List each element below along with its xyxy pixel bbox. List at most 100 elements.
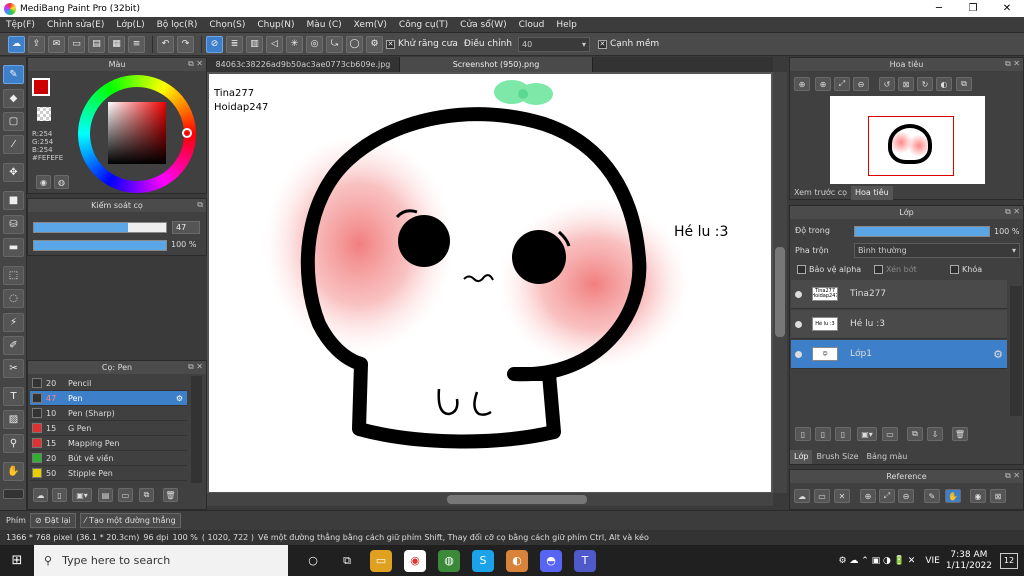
clock[interactable]: 7:38 AM 1/11/2022 — [946, 550, 992, 572]
layer-visibility-icon[interactable] — [795, 350, 802, 358]
minimize-button[interactable]: ─ — [922, 0, 956, 17]
panel-expand-icon[interactable]: ⧉ ✕ — [188, 362, 203, 372]
ref-zoom-out-icon[interactable]: ⊖ — [898, 489, 914, 503]
adjust-dropdown[interactable]: 40 ▾ — [517, 36, 590, 52]
duplicate-layer-icon[interactable]: ⧉ — [907, 427, 923, 441]
select-tool-icon[interactable]: ⬚ — [3, 266, 24, 285]
comment-icon[interactable]: ✉ — [48, 35, 65, 53]
ref-fit-icon[interactable]: ⤢ — [879, 489, 895, 503]
task-view-icon[interactable]: ⧉ — [336, 550, 358, 572]
brush-folder-icon[interactable]: ▭ — [118, 488, 133, 502]
brush-opacity-slider[interactable] — [33, 240, 167, 251]
canvas-horizontal-scrollbar[interactable] — [207, 493, 773, 506]
straight-line-button[interactable]: ⁄ Tạo một đường thẳng — [79, 513, 181, 528]
panel-expand-icon[interactable]: ⧉ — [197, 200, 203, 210]
file-explorer-icon[interactable]: ▭ — [370, 549, 392, 572]
fill-tool-icon[interactable]: ⛁ — [3, 215, 24, 234]
tab-navigator[interactable]: Hoa tiêu — [851, 186, 893, 200]
close-button[interactable]: ✕ — [990, 0, 1024, 17]
snap-ellipse-icon[interactable]: ◯ — [346, 35, 363, 53]
menu-edit[interactable]: Chỉnh sửa(E) — [47, 20, 104, 30]
notification-center-icon[interactable]: 12 — [1000, 552, 1018, 569]
menu-cloud[interactable]: Cloud — [519, 20, 545, 30]
layer-visibility-icon[interactable] — [795, 320, 802, 328]
menu-layer[interactable]: Lớp(L) — [116, 20, 144, 30]
snap-checkbox[interactable]: ✕ — [597, 39, 607, 49]
snap-cross-icon[interactable]: ▥ — [246, 35, 263, 53]
snap-radial-icon[interactable]: ✳ — [286, 35, 303, 53]
divide-tool-icon[interactable]: ▨ — [3, 410, 24, 429]
cortana-icon[interactable]: ○ — [302, 550, 324, 572]
panel-expand-icon[interactable]: ⧉ ✕ — [188, 59, 203, 69]
ref-open-icon[interactable]: ▭ — [814, 489, 830, 503]
gear-icon[interactable]: ⚙ — [366, 35, 383, 53]
menu-help[interactable]: Help — [556, 20, 577, 30]
delete-layer-icon[interactable]: 🗑 — [952, 427, 968, 441]
skype-icon[interactable]: S — [472, 549, 494, 572]
foreground-color-swatch[interactable] — [32, 78, 50, 96]
new-layer-icon-3[interactable]: ▯ — [835, 427, 851, 441]
navigator-preview[interactable] — [830, 96, 985, 184]
shape-tool-icon[interactable]: ■ — [3, 191, 24, 210]
layer-row[interactable]: Tina277 Hoidap247 Tina277 — [791, 280, 1007, 309]
new-layer-icon[interactable]: ▯ — [795, 427, 811, 441]
reset-rotate-icon[interactable]: ⊠ — [898, 77, 914, 91]
tab-document-jpg[interactable]: 84063c38226ad9b50ac3ae0773cb609e.jpg — [207, 57, 400, 72]
text-tool-icon[interactable]: T — [3, 387, 24, 406]
brush-settings-icon[interactable]: ▤ — [98, 488, 113, 502]
reset-button[interactable]: ⊘ Đặt lại — [29, 513, 76, 528]
brush-cloud-icon[interactable]: ☁ — [33, 488, 48, 502]
brush-item[interactable]: 10 Pen (Sharp) — [30, 406, 187, 421]
tab-brush-size[interactable]: Brush Size — [812, 450, 862, 464]
eraser-tool-icon[interactable]: ◆ — [3, 89, 24, 108]
antialias-checkbox[interactable]: ✕ — [386, 39, 395, 49]
gear-icon[interactable]: ⚙ — [993, 348, 1003, 361]
layer-folder-icon[interactable]: ▭ — [882, 427, 898, 441]
tray-icons[interactable]: ⚙ ☁ ⌃ ▣ ◑ 🔋 ✕ — [838, 556, 915, 566]
protect-alpha-checkbox[interactable] — [797, 265, 806, 274]
teams-icon[interactable]: T — [574, 549, 596, 572]
lock-checkbox[interactable] — [950, 265, 959, 274]
magic-wand-icon[interactable]: ⚡ — [3, 313, 24, 332]
menu-tools[interactable]: Công cụ(T) — [399, 20, 448, 30]
eyedropper-icon[interactable]: ⚲ — [3, 434, 24, 453]
rotate-left-icon[interactable]: ↺ — [879, 77, 895, 91]
menu-select[interactable]: Chọn(S) — [209, 20, 245, 30]
merge-layer-icon[interactable]: ⇩ — [927, 427, 943, 441]
select-eraser-icon[interactable]: ✂ — [3, 359, 24, 378]
color-sample-icon[interactable]: ◍ — [54, 175, 69, 189]
brush-size-input[interactable]: 47 — [172, 221, 200, 234]
ref-cloud-icon[interactable]: ☁ — [794, 489, 810, 503]
ref-eyedropper-icon[interactable]: ✎ — [924, 489, 940, 503]
brush-new-icon[interactable]: ▯ — [52, 488, 67, 502]
snap-parallel-icon[interactable]: ≣ — [226, 35, 243, 53]
medibang-icon[interactable]: ◐ — [506, 549, 528, 572]
chrome-icon[interactable]: ◉ — [404, 549, 426, 572]
taskbar-search-box[interactable]: ⚲ Type here to search — [34, 545, 288, 576]
ref-rotate-icon[interactable]: ◉ — [970, 489, 986, 503]
blend-mode-dropdown[interactable]: Bình thường ▾ — [854, 243, 1020, 258]
layer-row[interactable]: ☺ Lớp1 ⚙ — [791, 340, 1007, 369]
lasso-tool-icon[interactable]: ◌ — [3, 289, 24, 308]
gear-icon[interactable]: ⚙ — [176, 394, 183, 403]
panel-icon[interactable]: ▭ — [68, 35, 85, 53]
brush-item[interactable]: 50 Stipple Pen — [30, 466, 187, 481]
zoom-in-icon[interactable]: ⊕ — [794, 77, 810, 91]
add-layer-dropdown-icon[interactable]: ▣▾ — [857, 427, 877, 441]
undo-icon[interactable]: ↶ — [157, 35, 174, 53]
tab-palette[interactable]: Bảng màu — [863, 450, 912, 464]
snap-off-icon[interactable]: ⊘ — [206, 35, 223, 53]
brush-item[interactable]: 20 Bút vẽ viền — [30, 451, 187, 466]
new-layer-icon-2[interactable]: ▯ — [815, 427, 831, 441]
layer-opacity-slider[interactable] — [854, 226, 990, 237]
fit-icon[interactable]: ⤢ — [834, 77, 850, 91]
panel-expand-icon[interactable]: ⧉ ✕ — [1005, 471, 1020, 481]
menu-filter[interactable]: Bộ lọc(R) — [157, 20, 198, 30]
background-color-swatch[interactable] — [37, 107, 51, 121]
brush-add-icon[interactable]: ▣▾ — [72, 488, 92, 502]
app-green-icon[interactable]: ◍ — [438, 549, 460, 572]
copy-view-icon[interactable]: ⧉ — [956, 77, 972, 91]
snap-circle-icon[interactable]: ◎ — [306, 35, 323, 53]
panel-expand-icon[interactable]: ⧉ ✕ — [1005, 207, 1020, 217]
cloud-icon[interactable]: ☁ — [8, 35, 25, 53]
